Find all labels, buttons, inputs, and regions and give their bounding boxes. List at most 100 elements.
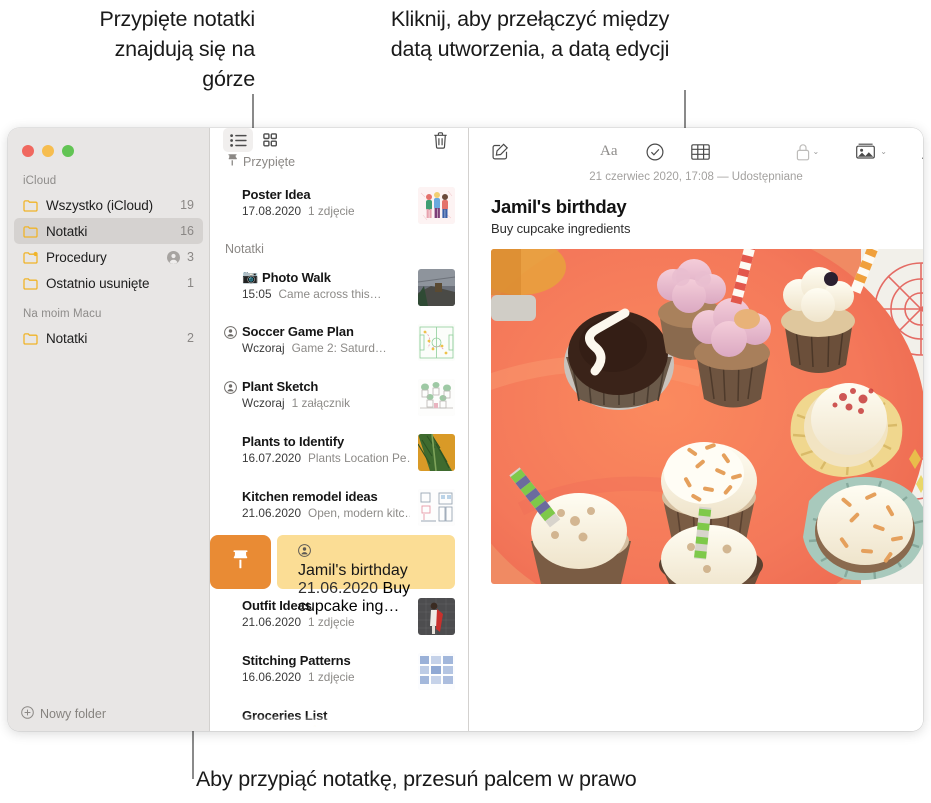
pin-icon: [232, 550, 249, 574]
notes-list-toolbar: [210, 128, 468, 152]
note-content[interactable]: Jamil's birthday Buy cupcake ingredients: [469, 183, 923, 584]
shared-icon: [298, 544, 444, 562]
note-title: Plants to Identify: [242, 434, 345, 449]
note-title: Poster Idea: [242, 187, 311, 202]
note-date: Wczoraj: [242, 341, 285, 355]
list-item[interactable]: Plants to Identify 16.07.2020 Plants Loc…: [210, 425, 468, 480]
note-thumbnail: [418, 269, 455, 306]
note-date: 17.08.2020: [242, 204, 302, 218]
sidebar: iCloud Wszystko (iCloud) 19 Notatki 16 P…: [8, 128, 209, 731]
list-item[interactable]: Kitchen remodel ideas 21.06.2020 Open, m…: [210, 480, 468, 535]
new-folder-label: Nowy folder: [40, 707, 106, 721]
list-item[interactable]: 📷 Photo Walk 15:05 Came across this…: [210, 260, 468, 315]
list-item[interactable]: Soccer Game Plan Wczoraj Game 2: Saturd…: [210, 315, 468, 370]
note-date: 16.06.2020: [242, 670, 302, 684]
folder-icon: [23, 332, 38, 345]
note-preview: Game 2: Saturd…: [291, 341, 387, 355]
table-icon[interactable]: [688, 139, 713, 165]
list-item[interactable]: Stitching Patterns 16.06.2020 1 zdjęcie: [210, 644, 468, 699]
note-subtitle: Wczoraj Game 2: Saturd…: [242, 341, 410, 355]
chevron-down-icon[interactable]: ⌄: [880, 147, 887, 156]
note-text: Kitchen remodel ideas 21.06.2020 Open, m…: [242, 489, 410, 520]
callout-pinned-notes: Przypięte notatki znajdują się na górze: [99, 7, 255, 91]
shared-person-icon: [167, 250, 181, 264]
note-preview: Came across this…: [278, 287, 382, 301]
note-thumbnail: [418, 489, 455, 526]
sidebar-item-label: Notatki: [46, 223, 88, 239]
pinned-section-header: Przypięte: [210, 152, 468, 178]
note-date: 15:05: [242, 287, 272, 301]
note-text: Plants to Identify 16.07.2020 Plants Loc…: [242, 434, 410, 465]
lock-icon[interactable]: ⌄: [793, 139, 823, 165]
folder-icon: [23, 225, 38, 238]
sidebar-item-ostatnio-usuniete[interactable]: Ostatnio usunięte 1: [14, 270, 203, 296]
note-preview: 1 zdjęcie: [308, 670, 355, 684]
note-subtitle: 16.06.2020 1 zdjęcie: [242, 670, 410, 684]
note-title: Plant Sketch: [242, 379, 319, 394]
note-thumbnail: [418, 187, 455, 224]
checklist-icon[interactable]: [643, 139, 667, 165]
note-date: 21.06.2020: [242, 615, 302, 629]
new-folder-button[interactable]: Nowy folder: [8, 697, 209, 731]
sidebar-item-notatki-mac[interactable]: Notatki 2: [14, 325, 203, 351]
note-preview: 1 załącznik: [291, 396, 350, 410]
note-title-text: Photo Walk: [262, 269, 331, 285]
sidebar-sections: iCloud Wszystko (iCloud) 19 Notatki 16 P…: [8, 157, 209, 731]
close-button[interactable]: [22, 145, 34, 157]
sidebar-item-count: 3: [187, 250, 194, 264]
list-item[interactable]: Outfit Ideas 21.06.2020 1 zdjęcie: [210, 589, 468, 644]
sidebar-item-notatki-icloud[interactable]: Notatki 16: [14, 218, 203, 244]
gallery-view-icon[interactable]: [255, 128, 285, 152]
note-subtitle: Wczoraj 1 załącznik: [242, 396, 410, 410]
minimize-button[interactable]: [42, 145, 54, 157]
compose-note-icon[interactable]: [489, 139, 512, 165]
note-date: Wczoraj: [242, 396, 285, 410]
note-title: 📷 Photo Walk: [242, 269, 410, 285]
sidebar-item-procedury[interactable]: Procedury 3: [14, 244, 203, 270]
note-text: Poster Idea 17.08.2020 1 zdjęcie: [242, 187, 410, 218]
note-subtitle: 21.06.2020 1 zdjęcie: [242, 615, 410, 629]
note-metadata[interactable]: 21 czerwiec 2020, 17:08 — Udostępniane: [469, 171, 923, 183]
swipe-to-pin-row: Jamil's birthday 21.06.2020 Buy cupcake …: [210, 535, 468, 615]
note-preview: Open, modern kitc…: [308, 506, 410, 520]
sidebar-section-header-icloud: iCloud: [23, 175, 57, 187]
note-text: 📷 Photo Walk 15:05 Came across this…: [242, 269, 410, 301]
note-text: Plant Sketch Wczoraj 1 załącznik: [242, 379, 410, 410]
list-item[interactable]: Poster Idea 17.08.2020 1 zdjęcie: [210, 178, 468, 233]
note-thumbnail: [418, 324, 455, 361]
callout-date-toggle: Kliknij, aby przełączyć między datą utwo…: [390, 7, 670, 61]
sidebar-item-wszystko-icloud[interactable]: Wszystko (iCloud) 19: [14, 192, 203, 218]
note-preview: 1 zdjęcie: [308, 204, 355, 218]
note-thumbnail: [418, 653, 455, 690]
folder-icon: [23, 277, 38, 290]
maximize-button[interactable]: [62, 145, 74, 157]
note-title: Stitching Patterns: [242, 653, 351, 668]
note-detail-body: Buy cupcake ingredients: [491, 221, 631, 236]
notes-list-pane: Przypięte Poster Idea 17.08.2020 1 zdjęc…: [209, 128, 468, 731]
format-button[interactable]: Aa: [597, 139, 621, 165]
callout-swipe-to-pin: Aby przypiąć notatkę, przesuń palcem w p…: [196, 767, 637, 791]
note-subtitle: 15:05 Came across this…: [242, 287, 410, 301]
note-preview: Plants Location Pe…: [308, 451, 410, 465]
media-icon[interactable]: ⌄: [852, 139, 890, 165]
list-item[interactable]: Plant Sketch Wczoraj 1 załącznik: [210, 370, 468, 425]
sidebar-item-count: 2: [187, 331, 194, 345]
notes-section-header: Notatki: [225, 242, 264, 256]
window-controls: [8, 128, 209, 157]
shared-icon: [224, 381, 237, 394]
chevron-down-icon[interactable]: ⌄: [813, 147, 820, 156]
sidebar-item-count: 16: [180, 224, 194, 238]
cupcakes-on-orange-plate-photo[interactable]: [491, 249, 923, 584]
list-view-icon[interactable]: [223, 128, 253, 152]
collaborate-icon[interactable]: [918, 139, 923, 165]
note-subtitle: 21.06.2020 Open, modern kitc…: [242, 506, 410, 520]
note-title: Outfit Ideas: [242, 598, 312, 613]
pin-action-button[interactable]: [210, 535, 271, 589]
sidebar-item-label: Notatki: [46, 330, 88, 346]
trash-icon[interactable]: [425, 128, 455, 152]
note-thumbnail: [418, 434, 455, 471]
swiped-note-item[interactable]: Jamil's birthday 21.06.2020 Buy cupcake …: [277, 535, 455, 615]
note-subtitle: 16.07.2020 Plants Location Pe…: [242, 451, 410, 465]
sidebar-item-label: Wszystko (iCloud): [46, 197, 154, 213]
note-detail-title: Jamil's birthday: [491, 196, 627, 217]
